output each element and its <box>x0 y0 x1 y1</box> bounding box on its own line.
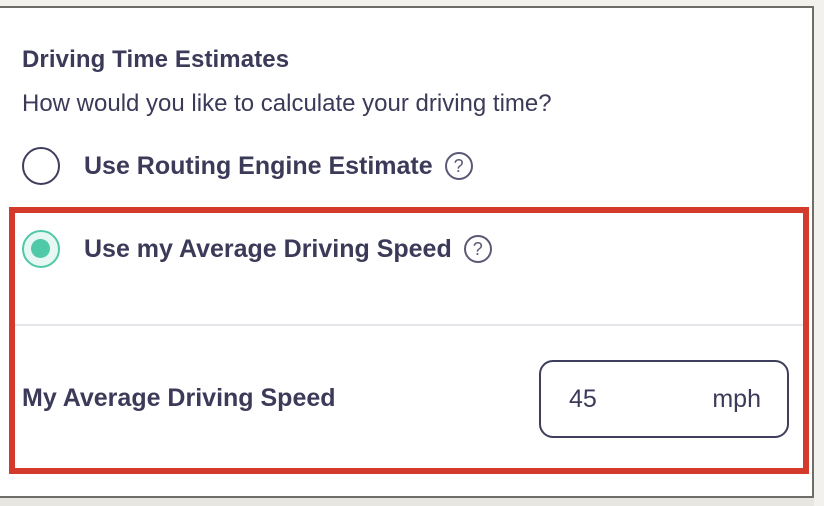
option-label-routing-engine: Use Routing Engine Estimate <box>84 151 433 180</box>
option-routing-engine-estimate[interactable]: Use Routing Engine Estimate ? <box>22 147 473 185</box>
average-speed-field[interactable]: mph <box>539 360 789 438</box>
divider <box>12 324 804 326</box>
radio-button-average-speed[interactable] <box>22 230 60 268</box>
question-circle-icon[interactable]: ? <box>444 152 473 180</box>
window-right-gutter <box>814 0 824 506</box>
option-label-average-speed: Use my Average Driving Speed <box>84 234 452 263</box>
average-speed-label: My Average Driving Speed <box>22 384 336 412</box>
average-speed-input[interactable] <box>569 384 669 414</box>
section-question: How would you like to calculate your dri… <box>22 90 552 117</box>
question-circle-icon[interactable]: ? <box>463 235 492 263</box>
section-title: Driving Time Estimates <box>22 46 290 73</box>
radio-button-routing-engine[interactable] <box>22 147 60 185</box>
speed-unit-label: mph <box>712 384 761 413</box>
option-average-driving-speed[interactable]: Use my Average Driving Speed ? <box>22 230 492 268</box>
